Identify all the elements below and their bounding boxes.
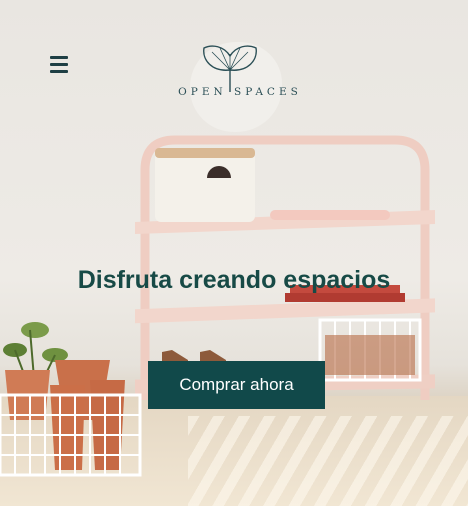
sunlight-pattern — [188, 416, 468, 506]
hero-headline: Disfruta creando espacios — [77, 266, 391, 294]
shop-now-button[interactable]: Comprar ahora — [148, 361, 325, 409]
logo-text: OPEN SPACES — [178, 86, 302, 98]
logo[interactable]: OPEN SPACES — [170, 40, 310, 135]
hamburger-menu-icon[interactable] — [50, 56, 70, 74]
plants-pots-image — [0, 322, 142, 477]
hero-banner: OPEN SPACES Disfruta creando espacios Co… — [0, 0, 468, 506]
